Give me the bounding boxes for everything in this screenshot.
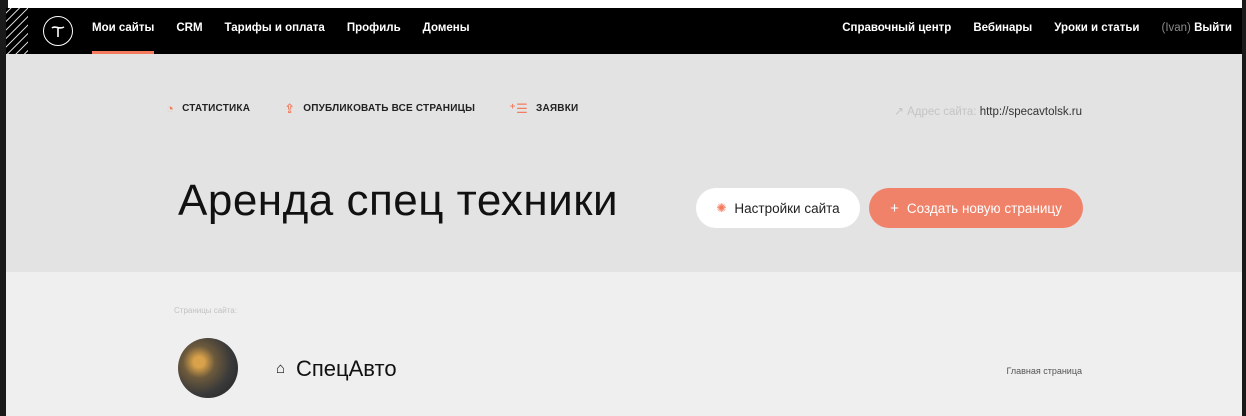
nav-profile[interactable]: Профиль <box>347 8 401 54</box>
nav-domains[interactable]: Домены <box>423 8 470 54</box>
publish-all-button[interactable]: ⇪ ОПУБЛИКОВАТЬ ВСЕ СТРАНИЦЫ <box>284 102 475 115</box>
site-header: ◔ СТАТИСТИКА ⇪ ОПУБЛИКОВАТЬ ВСЕ СТРАНИЦЫ… <box>6 54 1242 272</box>
pages-caption: Страницы сайта: <box>174 306 237 315</box>
nav-lessons[interactable]: Уроки и статьи <box>1054 8 1139 54</box>
nav-webinars[interactable]: Вебинары <box>973 8 1032 54</box>
gear-icon: ✺ <box>716 201 727 215</box>
page-name[interactable]: СпецАвто <box>296 356 397 382</box>
app-frame: Мои сайты CRM Тарифы и оплата Профиль До… <box>6 8 1242 416</box>
tilda-glyph-icon <box>51 26 65 37</box>
user-name: (Ivan) <box>1161 22 1191 34</box>
statistics-button[interactable]: ◔ СТАТИСТИКА <box>166 102 250 115</box>
nav-user-logout[interactable]: (Ivan) Выйти <box>1161 8 1232 54</box>
nav-right-group: Справочный центр Вебинары Уроки и статьи… <box>820 8 1232 54</box>
site-address-label: Адрес сайта: <box>907 106 977 118</box>
nav-my-sites[interactable]: Мои сайты <box>92 8 155 54</box>
create-page-label: Создать новую страницу <box>906 200 1062 216</box>
window-edge-right <box>1242 0 1246 416</box>
site-address: ↗ Адрес сайта: http://specavtolsk.ru <box>894 104 1082 118</box>
site-settings-label: Настройки сайта <box>734 200 840 216</box>
requests-button[interactable]: ⁺☰ ЗАЯВКИ <box>509 102 578 115</box>
nav-left-group: Мои сайты CRM Тарифы и оплата Профиль До… <box>92 8 492 54</box>
home-icon: ⌂ <box>276 360 286 377</box>
menu-zigzag-icon[interactable] <box>6 8 28 54</box>
external-link-icon: ↗ <box>894 106 904 118</box>
pie-chart-icon: ◔ <box>166 101 175 116</box>
logout-link[interactable]: Выйти <box>1194 22 1232 34</box>
site-settings-button[interactable]: ✺ Настройки сайта <box>696 188 860 228</box>
nav-crm[interactable]: CRM <box>176 8 202 54</box>
statistics-label: СТАТИСТИКА <box>182 103 251 114</box>
site-title: Аренда спец техники <box>178 176 619 225</box>
page-thumbnail[interactable] <box>178 338 238 398</box>
site-toolbar: ◔ СТАТИСТИКА ⇪ ОПУБЛИКОВАТЬ ВСЕ СТРАНИЦЫ… <box>166 102 612 115</box>
page-list-item[interactable]: ⌂ СпецАвто Главная страница <box>6 338 1242 402</box>
create-page-button[interactable]: + Создать новую страницу <box>869 188 1083 228</box>
nav-tariffs[interactable]: Тарифы и оплата <box>225 8 325 54</box>
nav-help-center[interactable]: Справочный центр <box>842 8 951 54</box>
main-page-tag: Главная страница <box>1006 366 1082 376</box>
list-plus-icon: ⁺☰ <box>509 101 528 116</box>
site-address-url[interactable]: http://specavtolsk.ru <box>980 106 1082 118</box>
top-navigation: Мои сайты CRM Тарифы и оплата Профиль До… <box>6 8 1242 54</box>
plus-icon: + <box>890 199 899 217</box>
publish-all-label: ОПУБЛИКОВАТЬ ВСЕ СТРАНИЦЫ <box>303 103 476 114</box>
requests-label: ЗАЯВКИ <box>536 103 579 114</box>
upload-icon: ⇪ <box>284 101 296 116</box>
tilda-logo-icon[interactable] <box>43 16 73 46</box>
